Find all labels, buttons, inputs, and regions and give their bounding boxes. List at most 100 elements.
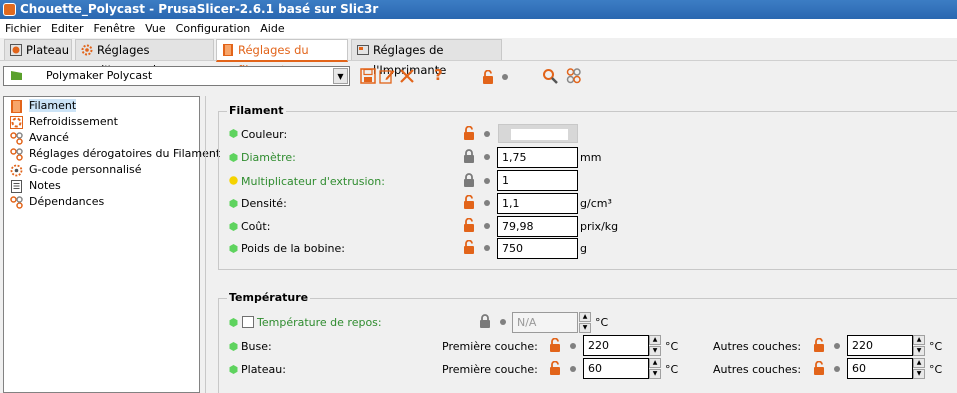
notes-icon: [11, 180, 22, 193]
plateau-other-unit: °C: [929, 363, 943, 376]
repos-label: Température de repos:: [257, 316, 382, 329]
lock-icon[interactable]: [463, 149, 475, 163]
extrusion-field[interactable]: 1: [497, 170, 578, 191]
system-value-dot: [834, 343, 840, 349]
unlock-icon[interactable]: [463, 195, 475, 209]
stepper-down-icon[interactable]: ▼: [913, 369, 925, 379]
repos-field[interactable]: N/A: [512, 312, 578, 333]
menu-bar: Fichier Editer Fenêtre Vue Configuration Aide: [0, 19, 957, 38]
tab-reglages-imprimante[interactable]: Réglages de l'Imprimante: [351, 39, 502, 77]
dependencies-icon: [10, 196, 23, 209]
stepper-down-icon[interactable]: ▼: [913, 346, 925, 356]
poids-field[interactable]: 750: [497, 238, 578, 259]
tree-item-notes[interactable]: Notes: [9, 178, 61, 194]
color-swatch: [511, 129, 568, 140]
menu-fenetre[interactable]: Fenêtre: [89, 19, 141, 38]
system-value-dot: [502, 74, 508, 80]
tree-item-reglages-derogatoires[interactable]: Réglages dérogatoires du Filament: [9, 146, 220, 162]
tab-reglages-filament[interactable]: Réglages du filament: [216, 39, 348, 77]
unlock-icon[interactable]: [463, 240, 475, 254]
plateau-first-stepper[interactable]: ▲ ▼: [649, 358, 661, 379]
menu-editer[interactable]: Editer: [46, 19, 89, 38]
menu-configuration[interactable]: Configuration: [171, 19, 256, 38]
color-picker[interactable]: [498, 124, 578, 143]
help-icon[interactable]: ?: [434, 66, 443, 84]
system-value-dot: [570, 343, 576, 349]
densite-field[interactable]: 1,1: [497, 193, 578, 214]
cout-field[interactable]: 79,98: [497, 216, 578, 237]
lock-icon[interactable]: [479, 314, 491, 328]
unlock-icon[interactable]: [813, 361, 825, 375]
panel-divider: [205, 96, 206, 393]
stepper-up-icon[interactable]: ▲: [649, 335, 661, 345]
tree-item-filament[interactable]: Filament: [9, 98, 77, 114]
system-value-dot: [570, 366, 576, 372]
plateau-other-stepper[interactable]: ▲ ▼: [913, 358, 925, 379]
system-value-dot: [484, 200, 490, 206]
stepper-down-icon[interactable]: ▼: [579, 323, 591, 333]
repos-checkbox[interactable]: [242, 316, 254, 328]
bullet-green-icon: [229, 342, 238, 351]
tree-item-gcode[interactable]: G-code personnalisé: [9, 162, 142, 178]
stepper-up-icon[interactable]: ▲: [913, 358, 925, 368]
lock-icon[interactable]: [463, 173, 475, 187]
spool-icon: [11, 100, 22, 113]
tree-item-avance[interactable]: Avancé: [9, 130, 69, 146]
printer-icon: [357, 45, 369, 55]
buse-first-field[interactable]: 220: [583, 335, 649, 356]
stepper-down-icon[interactable]: ▼: [649, 346, 661, 356]
plateau-other-label: Autres couches:: [713, 363, 802, 376]
buse-first-unit: °C: [665, 340, 679, 353]
stepper-up-icon[interactable]: ▲: [649, 358, 661, 368]
buse-first-stepper[interactable]: ▲ ▼: [649, 335, 661, 356]
search-icon[interactable]: [542, 68, 558, 84]
gear-icon: [81, 44, 93, 56]
repos-stepper[interactable]: ▲ ▼: [579, 312, 591, 333]
plateau-label: Plateau:: [241, 363, 286, 376]
unlock-icon[interactable]: [549, 338, 561, 352]
save-icon[interactable]: [360, 68, 376, 84]
spool-icon: [223, 44, 233, 56]
buse-other-stepper[interactable]: ▲ ▼: [913, 335, 925, 356]
delete-icon[interactable]: [399, 68, 415, 84]
title-bar: Chouette_Polycast - PrusaSlicer-2.6.1 ba…: [0, 0, 957, 19]
stepper-up-icon[interactable]: ▲: [579, 312, 591, 322]
buse-other-label: Autres couches:: [713, 340, 802, 353]
preset-combo[interactable]: Polymaker Polycast ▼: [3, 66, 350, 86]
system-value-dot: [834, 366, 840, 372]
tab-plateau[interactable]: Plateau: [4, 39, 72, 60]
repos-unit: °C: [595, 316, 609, 329]
unlock-icon[interactable]: [549, 361, 561, 375]
poids-label: Poids de la bobine:: [241, 242, 345, 255]
unlock-icon[interactable]: [463, 126, 475, 140]
plateau-other-field[interactable]: 60: [847, 358, 913, 379]
menu-fichier[interactable]: Fichier: [0, 19, 46, 38]
wrench-icon: [10, 132, 23, 145]
tree-item-refroidissement[interactable]: Refroidissement: [9, 114, 118, 130]
diametre-field[interactable]: 1,75: [497, 147, 578, 168]
buse-other-field[interactable]: 220: [847, 335, 913, 356]
tree-item-dependances[interactable]: Dépendances: [9, 194, 104, 210]
temperature-group-title: Température: [227, 291, 311, 304]
diametre-label: Diamètre:: [241, 151, 296, 164]
unlock-icon[interactable]: [813, 338, 825, 352]
settings-icon: [10, 148, 23, 161]
preset-toolbar: Polymaker Polycast ▼ ?: [0, 61, 957, 94]
plateau-first-label: Première couche:: [442, 363, 538, 376]
rename-icon[interactable]: [379, 68, 395, 84]
fan-icon: [10, 116, 23, 129]
menu-vue[interactable]: Vue: [140, 19, 171, 38]
stepper-up-icon[interactable]: ▲: [913, 335, 925, 345]
unlock-icon[interactable]: [482, 70, 494, 84]
compare-icon[interactable]: [566, 68, 582, 84]
stepper-down-icon[interactable]: ▼: [649, 369, 661, 379]
system-value-dot: [484, 154, 490, 160]
densite-label: Densité:: [241, 197, 287, 210]
menu-aide[interactable]: Aide: [255, 19, 289, 38]
plateau-first-field[interactable]: 60: [583, 358, 649, 379]
chevron-down-icon[interactable]: ▼: [333, 68, 348, 84]
tab-reglages-impression[interactable]: Réglages d'Impression: [75, 39, 214, 77]
plater-icon: [10, 44, 22, 56]
buse-label: Buse:: [241, 340, 272, 353]
unlock-icon[interactable]: [463, 218, 475, 232]
